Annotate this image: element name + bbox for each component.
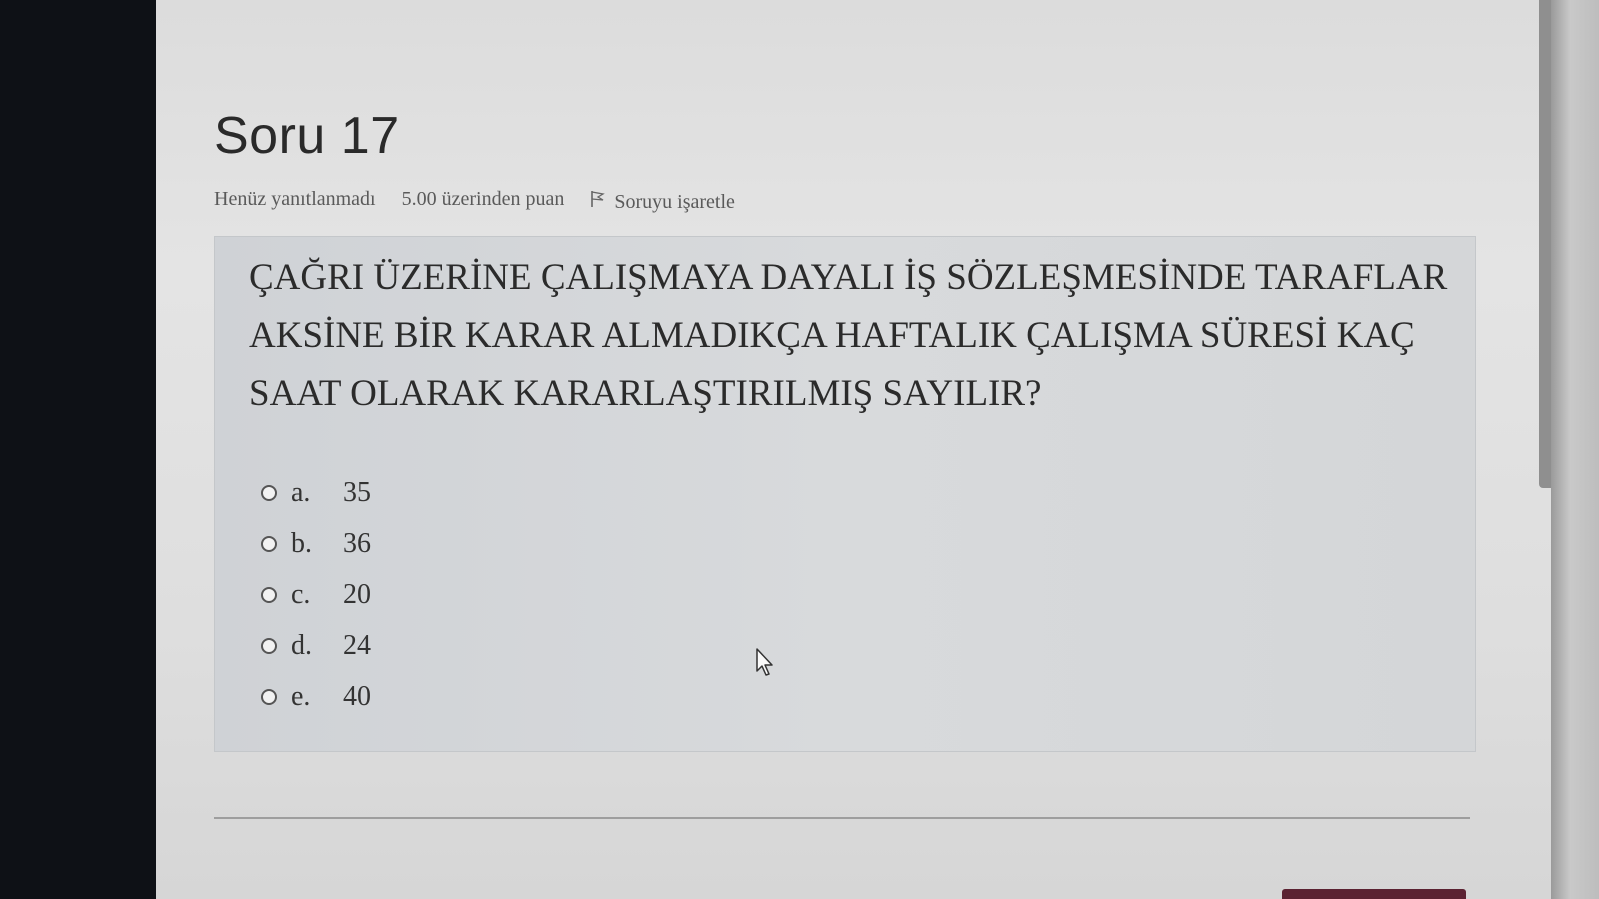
answer-option-e[interactable]: e. 40 bbox=[261, 671, 371, 722]
answer-value: 35 bbox=[343, 476, 371, 508]
flag-label: Soruyu işaretle bbox=[614, 190, 735, 213]
answer-letter: b. bbox=[291, 527, 312, 559]
answer-option-d[interactable]: d. 24 bbox=[261, 620, 371, 671]
radio-button[interactable] bbox=[261, 484, 277, 501]
answer-option-c[interactable]: c. 20 bbox=[261, 569, 371, 620]
question-status: Henüz yanıtlanmadı bbox=[214, 187, 376, 210]
question-text: ÇAĞRI ÜZERİNE ÇALIŞMAYA DAYALI İŞ SÖZLEŞ… bbox=[249, 257, 1448, 414]
mouse-pointer-icon bbox=[756, 648, 773, 676]
answer-letter: c. bbox=[291, 578, 311, 610]
answer-value: 40 bbox=[343, 680, 371, 712]
divider bbox=[214, 817, 1470, 819]
radio-button[interactable] bbox=[261, 535, 277, 552]
answer-option-a[interactable]: a. 35 bbox=[261, 467, 371, 518]
question-points: 5.00 üzerinden puan bbox=[401, 187, 565, 210]
answer-letter: a. bbox=[291, 476, 311, 508]
answer-value: 24 bbox=[343, 629, 371, 661]
answer-value: 36 bbox=[343, 527, 371, 559]
quiz-page: Soru 17 Henüz yanıtlanmadı 5.00 üzerinde… bbox=[156, 0, 1551, 899]
answer-letter: e. bbox=[291, 680, 311, 712]
answer-list: a. 35 b. 36 c. 20 d. 24 e. 40 bbox=[261, 467, 371, 722]
radio-button[interactable] bbox=[261, 586, 277, 603]
radio-button[interactable] bbox=[261, 637, 277, 654]
flag-icon bbox=[590, 190, 606, 214]
question-info: Henüz yanıtlanmadı 5.00 üzerinden puan S… bbox=[214, 184, 735, 214]
flag-question-link[interactable]: Soruyu işaretle bbox=[590, 190, 735, 214]
radio-button[interactable] bbox=[261, 688, 277, 705]
answer-option-b[interactable]: b. 36 bbox=[261, 518, 371, 569]
question-title: Soru 17 bbox=[214, 107, 400, 165]
next-page-button[interactable] bbox=[1282, 889, 1466, 899]
answer-value: 20 bbox=[343, 578, 371, 610]
window-edge bbox=[1551, 0, 1599, 899]
question-panel: ÇAĞRI ÜZERİNE ÇALIŞMAYA DAYALI İŞ SÖZLEŞ… bbox=[214, 236, 1476, 752]
answer-letter: d. bbox=[291, 629, 312, 661]
